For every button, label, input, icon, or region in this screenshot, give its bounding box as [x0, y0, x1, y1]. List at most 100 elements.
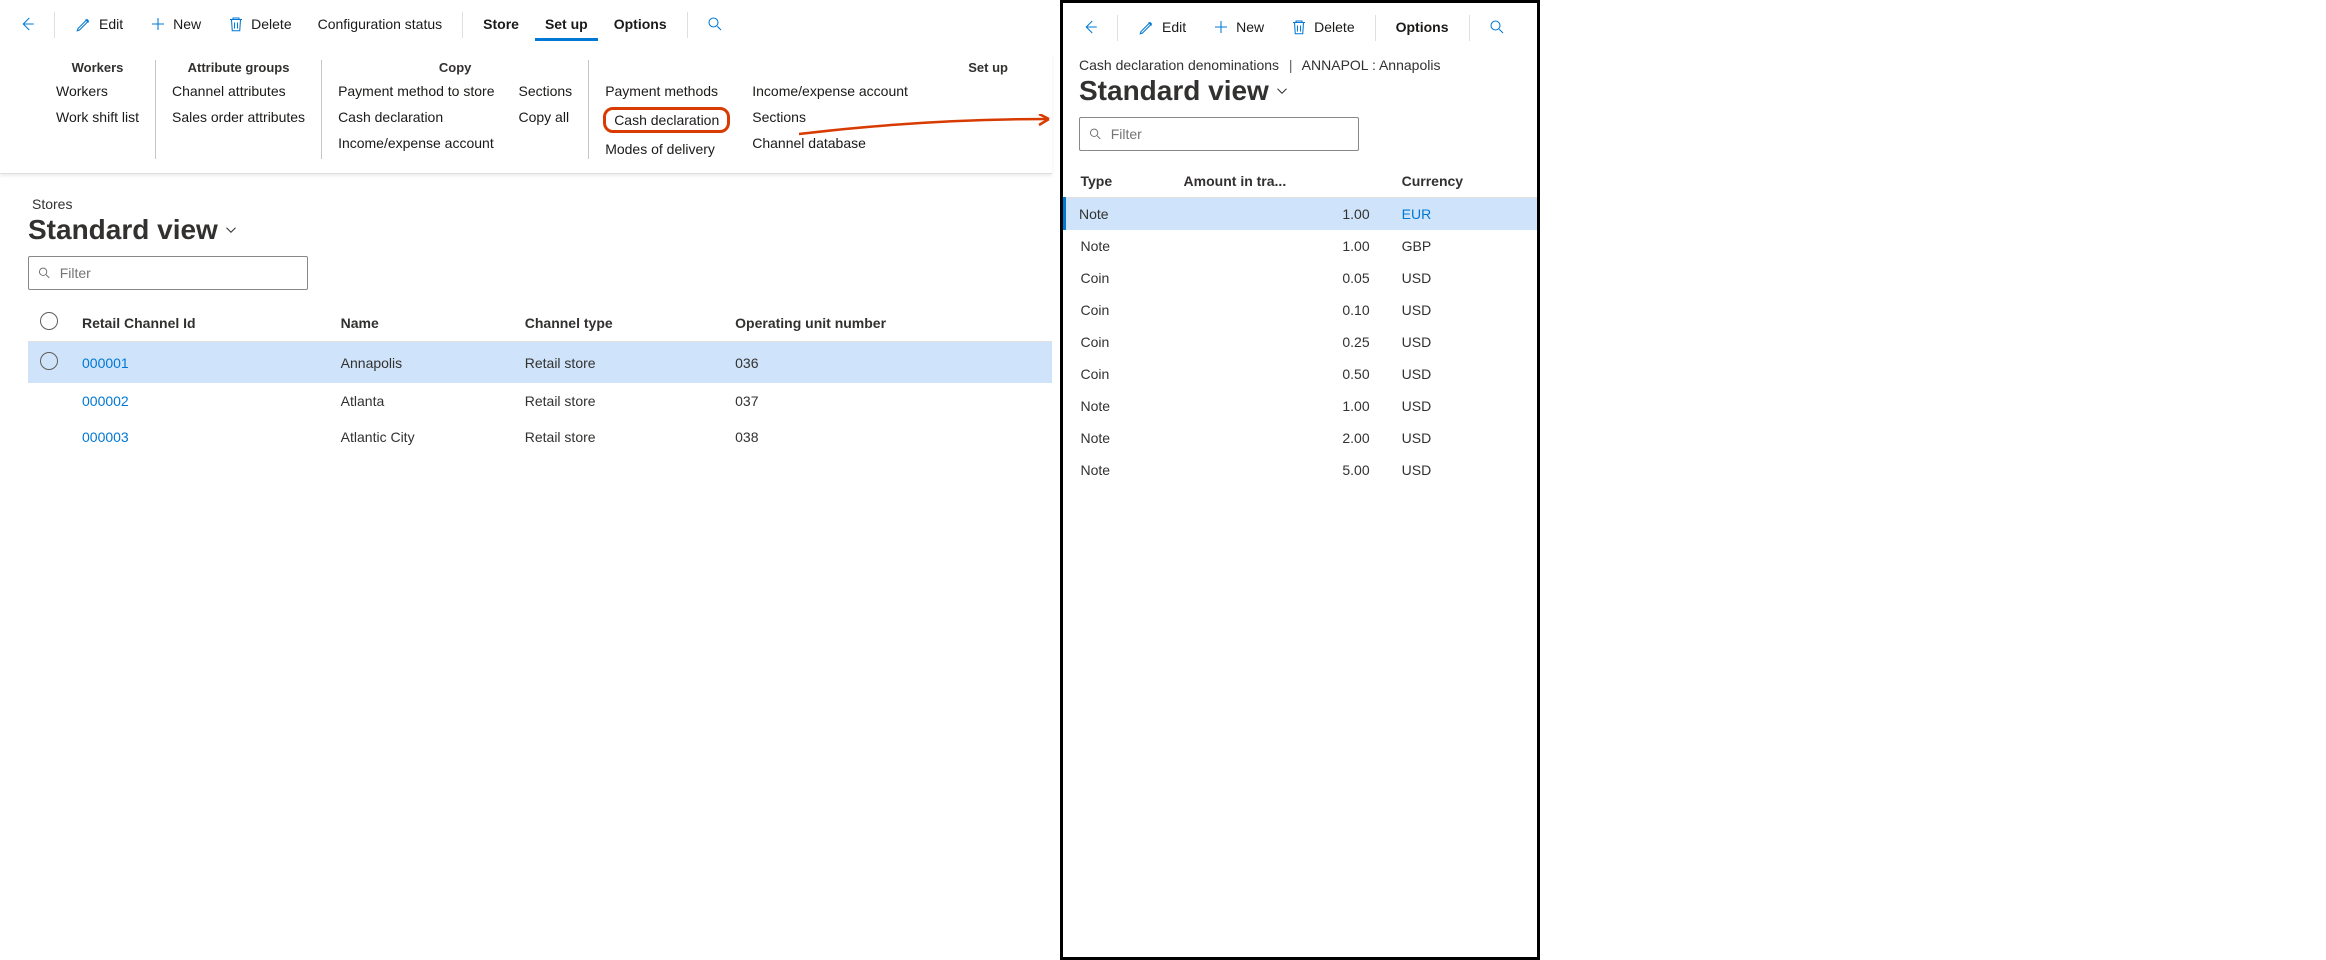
ribbon-link-copy-cash-declaration[interactable]: Cash declaration [336, 107, 496, 127]
options-label: Options [614, 16, 667, 32]
ribbon-menu: Workers Workers Work shift list Attribut… [0, 54, 1052, 174]
denominations-grid: Type Amount in tra... Currency Note1.00E… [1063, 165, 1537, 486]
ribbon-group-copy: Copy Payment method to store Cash declar… [321, 60, 588, 159]
col-operating-unit[interactable]: Operating unit number [723, 304, 1052, 342]
cell-currency[interactable]: EUR [1386, 198, 1537, 231]
ribbon-group-workers: Workers Workers Work shift list [40, 60, 155, 159]
search-button[interactable] [1480, 12, 1514, 45]
cell-retail-channel-id[interactable]: 000002 [70, 383, 329, 419]
pencil-icon [75, 15, 93, 33]
cell-type: Coin [1065, 262, 1168, 294]
delete-button[interactable]: Delete [1280, 12, 1364, 45]
view-selector[interactable]: Standard view [1079, 75, 1537, 107]
ribbon-group-set-up: Set up Payment methods Cash declaration … [588, 60, 1042, 159]
trash-icon [227, 15, 245, 33]
new-button[interactable]: New [139, 9, 211, 42]
cell-currency[interactable]: USD [1386, 422, 1537, 454]
breadcrumb-separator: | [1289, 57, 1293, 73]
table-row[interactable]: Coin0.10USD [1065, 294, 1538, 326]
ribbon-link-copy-payment-method[interactable]: Payment method to store [336, 81, 496, 101]
set-up-label: Set up [545, 16, 588, 32]
cell-operating-unit: 037 [723, 383, 1052, 419]
table-row[interactable]: Note5.00USD [1065, 454, 1538, 486]
tab-set-up[interactable]: Set up [535, 10, 598, 41]
cell-currency[interactable]: USD [1386, 326, 1537, 358]
new-button[interactable]: New [1202, 12, 1274, 45]
edit-button[interactable]: Edit [65, 9, 133, 42]
table-row[interactable]: Note1.00GBP [1065, 230, 1538, 262]
cell-retail-channel-id[interactable]: 000001 [70, 342, 329, 384]
table-row[interactable]: 000002AtlantaRetail store037 [28, 383, 1052, 419]
table-row[interactable]: Coin0.50USD [1065, 358, 1538, 390]
col-name[interactable]: Name [329, 304, 513, 342]
ribbon-head-set-up: Set up [603, 60, 1028, 81]
search-button[interactable] [698, 9, 732, 42]
ribbon-link-payment-methods[interactable]: Payment methods [603, 81, 730, 101]
ribbon-link-workers[interactable]: Workers [54, 81, 141, 101]
row-radio[interactable] [40, 352, 58, 370]
breadcrumb-context: ANNAPOL : Annapolis [1302, 57, 1441, 73]
col-channel-type[interactable]: Channel type [513, 304, 723, 342]
cell-amount: 2.00 [1168, 422, 1386, 454]
ribbon-link-cash-declaration[interactable]: Cash declaration [603, 107, 730, 133]
ribbon-link-copy-income-expense[interactable]: Income/expense account [336, 133, 496, 153]
cell-name: Atlanta [329, 383, 513, 419]
cell-currency[interactable]: USD [1386, 262, 1537, 294]
col-amount[interactable]: Amount in tra... [1168, 165, 1386, 198]
table-row[interactable]: Note1.00USD [1065, 390, 1538, 422]
ribbon-link-copy-all[interactable]: Copy all [516, 107, 574, 127]
filter-box[interactable] [1079, 117, 1359, 151]
cell-type: Note [1065, 198, 1168, 231]
edit-label: Edit [99, 16, 123, 32]
filter-input[interactable] [58, 264, 299, 282]
ribbon-link-income-expense[interactable]: Income/expense account [750, 81, 910, 101]
ribbon-link-sections[interactable]: Sections [750, 107, 910, 127]
cell-retail-channel-id[interactable]: 000003 [70, 419, 329, 455]
cell-currency[interactable]: USD [1386, 358, 1537, 390]
table-row[interactable]: 000003Atlantic CityRetail store038 [28, 419, 1052, 455]
table-row[interactable]: Note1.00EUR [1065, 198, 1538, 231]
cell-currency[interactable]: USD [1386, 294, 1537, 326]
cell-amount: 0.10 [1168, 294, 1386, 326]
back-button[interactable] [10, 9, 44, 42]
cell-amount: 0.50 [1168, 358, 1386, 390]
cell-currency[interactable]: USD [1386, 390, 1537, 422]
cell-amount: 1.00 [1168, 230, 1386, 262]
ribbon-head-workers: Workers [54, 60, 141, 81]
select-all-radio[interactable] [40, 312, 58, 330]
cell-currency[interactable]: GBP [1386, 230, 1537, 262]
col-retail-channel-id[interactable]: Retail Channel Id [70, 304, 329, 342]
table-row[interactable]: 000001AnnapolisRetail store036 [28, 342, 1052, 384]
ribbon-link-modes-of-delivery[interactable]: Modes of delivery [603, 139, 730, 159]
breadcrumb-page: Cash declaration denominations [1079, 57, 1279, 73]
tab-options[interactable]: Options [604, 10, 677, 41]
ribbon-link-channel-database[interactable]: Channel database [750, 133, 910, 153]
table-row[interactable]: Coin0.05USD [1065, 262, 1538, 294]
cell-currency[interactable]: USD [1386, 454, 1537, 486]
ribbon-link-work-shift-list[interactable]: Work shift list [54, 107, 141, 127]
config-status-button[interactable]: Configuration status [308, 10, 453, 41]
table-row[interactable]: Coin0.25USD [1065, 326, 1538, 358]
left-toolbar: Edit New Delete Configuration status Sto… [0, 0, 1052, 48]
cell-type: Coin [1065, 294, 1168, 326]
ribbon-link-copy-sections[interactable]: Sections [516, 81, 574, 101]
ribbon-link-channel-attributes[interactable]: Channel attributes [170, 81, 307, 101]
delete-button[interactable]: Delete [217, 9, 301, 42]
col-type[interactable]: Type [1065, 165, 1168, 198]
col-currency[interactable]: Currency [1386, 165, 1537, 198]
cell-operating-unit: 036 [723, 342, 1052, 384]
edit-button[interactable]: Edit [1128, 12, 1196, 45]
chevron-down-icon [222, 221, 240, 239]
filter-box[interactable] [28, 256, 308, 290]
view-name: Standard view [1079, 75, 1269, 107]
search-icon [37, 265, 52, 281]
filter-input[interactable] [1109, 125, 1350, 143]
tab-store[interactable]: Store [473, 10, 529, 41]
ribbon-link-sales-order-attributes[interactable]: Sales order attributes [170, 107, 307, 127]
back-button[interactable] [1073, 12, 1107, 45]
cell-amount: 1.00 [1168, 390, 1386, 422]
view-selector[interactable]: Standard view [28, 214, 240, 246]
right-toolbar: Edit New Delete Options [1063, 3, 1537, 51]
table-row[interactable]: Note2.00USD [1065, 422, 1538, 454]
tab-options[interactable]: Options [1386, 13, 1459, 44]
